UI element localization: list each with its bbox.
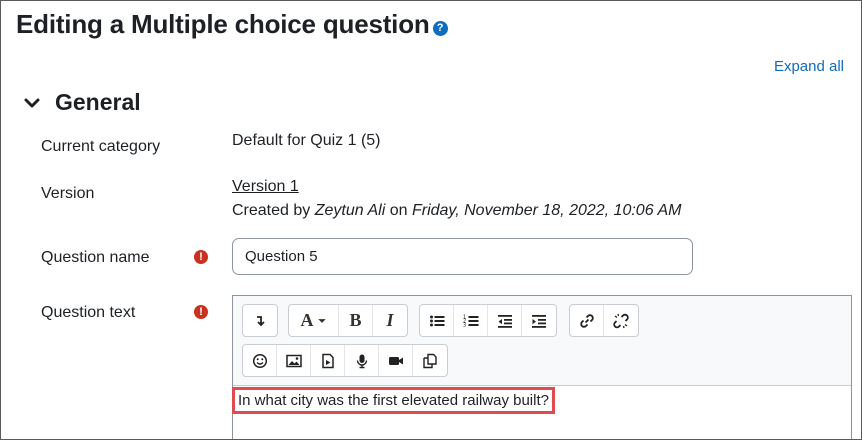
created-by-prefix: Created by	[232, 202, 311, 219]
help-icon[interactable]: ?	[432, 21, 448, 36]
italic-button[interactable]: I	[373, 305, 407, 336]
toolbar-group-links	[569, 304, 639, 337]
svg-text:3: 3	[463, 322, 466, 328]
font-icon: A	[300, 310, 314, 330]
expand-all-link[interactable]: Expand all	[774, 58, 844, 75]
manage-files-button[interactable]	[413, 345, 447, 376]
version-link[interactable]: Version 1	[232, 178, 299, 195]
version-value: Version 1	[232, 178, 299, 196]
font-color-button[interactable]: A	[289, 305, 339, 336]
unordered-list-button[interactable]	[420, 305, 454, 336]
bold-icon: B	[349, 310, 362, 330]
question-name-label: Question name	[41, 249, 150, 266]
required-icon: !	[194, 305, 208, 319]
image-button[interactable]	[277, 345, 311, 376]
bold-button[interactable]: B	[339, 305, 373, 336]
outdent-icon	[497, 314, 512, 328]
page-title-text: Editing a Multiple choice question	[16, 9, 430, 39]
chevron-down-icon	[24, 98, 40, 107]
question-text-content[interactable]: In what city was the first elevated rail…	[232, 387, 555, 414]
page-title: Editing a Multiple choice question ?	[16, 9, 448, 40]
section-title: General	[55, 89, 141, 115]
smiley-icon	[252, 353, 267, 368]
image-icon	[285, 354, 302, 367]
italic-icon: I	[386, 310, 394, 330]
created-by-name: Zeytun Ali	[314, 202, 386, 219]
link-button[interactable]	[570, 305, 604, 336]
microphone-icon	[356, 354, 367, 368]
toolbar-group-lists: 1 2 3	[419, 304, 557, 337]
toolbar-group-more	[242, 304, 278, 337]
section-toggle-general[interactable]: General	[23, 89, 141, 116]
ordered-list-button[interactable]: 1 2 3	[454, 305, 488, 336]
category-label: Current category	[41, 138, 161, 155]
record-audio-button[interactable]	[345, 345, 379, 376]
toolbar-group-insert	[242, 344, 448, 377]
outdent-button[interactable]	[488, 305, 522, 336]
files-icon	[423, 353, 437, 368]
version-label: Version	[41, 185, 95, 202]
arrow-down-icon	[257, 315, 265, 326]
unlink-button[interactable]	[604, 305, 638, 336]
indent-button[interactable]	[522, 305, 556, 336]
indent-icon	[532, 314, 546, 328]
question-edit-page: Editing a Multiple choice question ? Exp…	[0, 0, 862, 440]
created-on-date: Friday, November 18, 2022, 10:06 AM	[411, 202, 682, 219]
show-more-buttons[interactable]	[243, 305, 277, 336]
emoji-button[interactable]	[243, 345, 277, 376]
created-on-word: on	[389, 202, 408, 219]
record-video-button[interactable]	[379, 345, 413, 376]
link-icon	[579, 313, 594, 328]
toolbar-group-style: A B I	[288, 304, 408, 337]
required-icon: !	[194, 250, 208, 264]
question-name-input[interactable]	[232, 238, 693, 275]
media-file-icon	[321, 353, 334, 368]
unlink-icon	[613, 313, 629, 328]
question-text-editor[interactable]: A B I 1 2 3	[232, 295, 852, 439]
media-button[interactable]	[311, 345, 345, 376]
video-camera-icon	[388, 356, 403, 365]
created-by-line: Created by Zeytun Ali on Friday, Novembe…	[232, 202, 681, 220]
editor-toolbar: A B I 1 2 3	[233, 296, 851, 386]
unordered-list-icon	[429, 315, 444, 326]
question-text-label: Question text	[41, 304, 136, 321]
caret-down-icon	[317, 318, 326, 323]
category-value: Default for Quiz 1 (5)	[232, 132, 381, 149]
ordered-list-icon: 1 2 3	[463, 314, 478, 328]
